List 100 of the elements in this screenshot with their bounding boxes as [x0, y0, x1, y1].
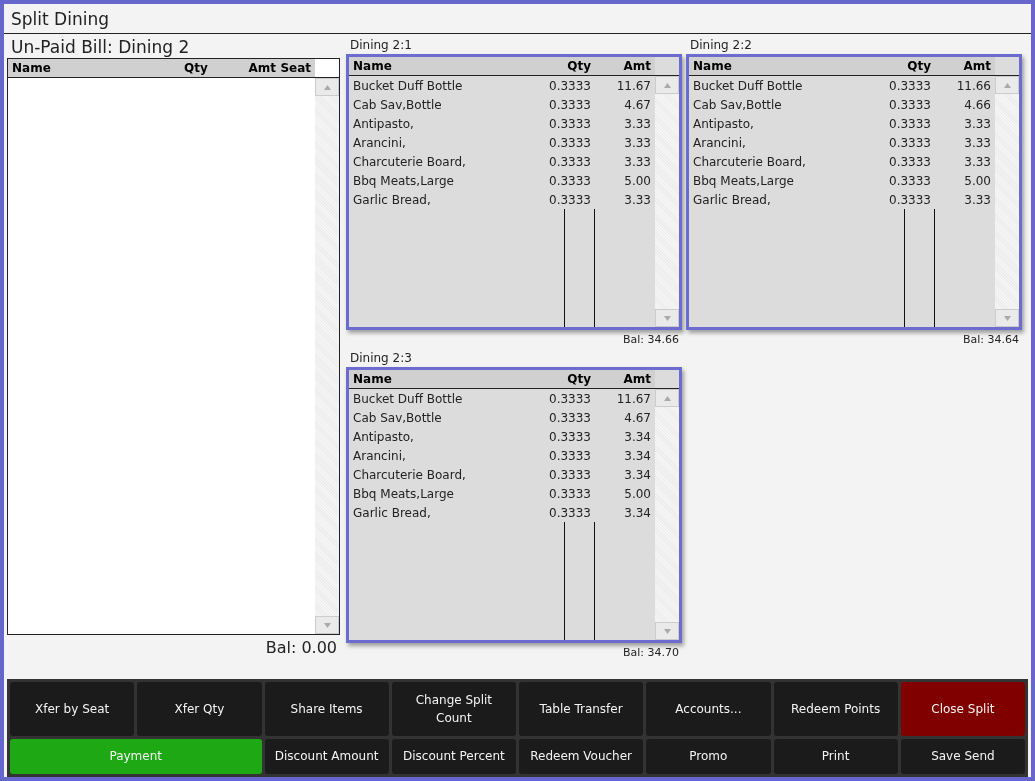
scroll-up-icon[interactable]: [663, 82, 671, 88]
item-amount: 5.00: [623, 173, 652, 188]
split-title: Dining 2:2: [689, 37, 753, 54]
column-header: Amt: [595, 370, 655, 388]
item-qty: 0.3333: [888, 78, 932, 93]
window-title: Split Dining: [4, 4, 1031, 34]
action-button[interactable]: Print: [773, 738, 898, 774]
item-amount: 5.00: [623, 486, 652, 501]
item-qty: 0.3333: [888, 135, 932, 150]
item-amount: 4.66: [963, 97, 992, 112]
bill-title: Un-Paid Bill: Dining 2: [10, 36, 191, 58]
column-header: Amt: [935, 57, 995, 75]
item-name: Arancini,: [352, 448, 407, 463]
item-amount: 3.33: [963, 135, 992, 150]
split-balance: Bal: 34.66: [621, 332, 680, 346]
item-qty: 0.3333: [548, 448, 592, 463]
column-header: Name: [8, 59, 180, 77]
action-button[interactable]: Table Transfer: [519, 682, 644, 736]
item-name: Cab Sav,Bottle: [352, 410, 443, 425]
action-button[interactable]: Redeem Voucher: [519, 738, 644, 774]
item-qty: 0.3333: [548, 391, 592, 406]
split-list[interactable]: [346, 54, 682, 330]
action-button[interactable]: Share Items: [264, 682, 389, 736]
action-button[interactable]: Close Split: [900, 682, 1025, 736]
split-balance: Bal: 34.70: [621, 645, 680, 659]
scroll-up-icon[interactable]: [663, 395, 671, 401]
item-name: Antipasto,: [352, 429, 415, 444]
bill-list[interactable]: Name Qty Amt Seat: [7, 58, 340, 635]
scroll-up-icon[interactable]: [1003, 82, 1011, 88]
item-name: Garlic Bread,: [352, 192, 432, 207]
item-name: Bbq Meats,Large: [352, 486, 455, 501]
item-qty: 0.3333: [548, 78, 592, 93]
item-amount: 3.34: [623, 467, 652, 482]
item-amount: 3.33: [623, 135, 652, 150]
action-button[interactable]: Change Split Count: [391, 682, 516, 736]
item-qty: 0.3333: [548, 116, 592, 131]
item-name: Antipasto,: [352, 116, 415, 131]
item-name: Garlic Bread,: [352, 505, 432, 520]
item-amount: 3.34: [623, 505, 652, 520]
scroll-down-icon[interactable]: [663, 315, 671, 321]
item-amount: 11.66: [955, 78, 992, 93]
item-amount: 4.67: [623, 410, 652, 425]
item-qty: 0.3333: [548, 486, 592, 501]
column-header: Qty: [180, 59, 220, 77]
item-name: Bucket Duff Bottle: [352, 391, 464, 406]
column-header: Name: [349, 57, 505, 75]
item-name: Charcuterie Board,: [692, 154, 807, 169]
item-qty: 0.3333: [888, 97, 932, 112]
scroll-down-icon[interactable]: [323, 622, 331, 628]
item-qty: 0.3333: [548, 192, 592, 207]
action-button[interactable]: Xfer by Seat: [10, 682, 135, 736]
item-amount: 4.67: [623, 97, 652, 112]
item-amount: 3.33: [963, 192, 992, 207]
item-amount: 3.33: [623, 154, 652, 169]
scroll-up-icon[interactable]: [323, 84, 331, 90]
item-name: Bbq Meats,Large: [352, 173, 455, 188]
action-button[interactable]: Xfer Qty: [137, 682, 262, 736]
column-header: Qty: [845, 57, 935, 75]
action-button[interactable]: Discount Percent: [391, 738, 516, 774]
item-qty: 0.3333: [548, 429, 592, 444]
item-amount: 11.67: [615, 391, 652, 406]
item-qty: 0.3333: [548, 467, 592, 482]
item-name: Cab Sav,Bottle: [352, 97, 443, 112]
split-title: Dining 2:3: [349, 350, 413, 367]
item-qty: 0.3333: [548, 410, 592, 425]
action-button[interactable]: Redeem Points: [773, 682, 898, 736]
item-name: Garlic Bread,: [692, 192, 772, 207]
split-balance: Bal: 34.64: [961, 332, 1020, 346]
item-qty: 0.3333: [548, 154, 592, 169]
item-amount: 3.34: [623, 429, 652, 444]
item-qty: 0.3333: [888, 116, 932, 131]
item-amount: 3.33: [963, 154, 992, 169]
item-amount: 3.33: [623, 116, 652, 131]
item-name: Bucket Duff Bottle: [692, 78, 804, 93]
action-button[interactable]: Promo: [646, 738, 771, 774]
scrollbar[interactable]: [655, 389, 679, 640]
scroll-down-icon[interactable]: [1003, 315, 1011, 321]
column-header: Name: [349, 370, 505, 388]
item-name: Bucket Duff Bottle: [352, 78, 464, 93]
column-header: Qty: [505, 57, 595, 75]
item-name: Bbq Meats,Large: [692, 173, 795, 188]
column-header: Amt: [220, 59, 280, 77]
item-name: Charcuterie Board,: [352, 467, 467, 482]
scrollbar[interactable]: [655, 76, 679, 327]
column-header: Qty: [505, 370, 595, 388]
scrollbar[interactable]: [315, 78, 339, 634]
item-amount: 3.33: [963, 116, 992, 131]
item-name: Antipasto,: [692, 116, 755, 131]
item-name: Cab Sav,Bottle: [692, 97, 783, 112]
split-list[interactable]: [686, 54, 1022, 330]
scroll-down-icon[interactable]: [663, 628, 671, 634]
column-header: Seat: [280, 59, 315, 77]
split-list[interactable]: [346, 367, 682, 643]
scrollbar[interactable]: [995, 76, 1019, 327]
action-button[interactable]: Save Send: [900, 738, 1025, 774]
action-button[interactable]: Discount Amount: [264, 738, 389, 774]
column-header: Name: [689, 57, 845, 75]
item-qty: 0.3333: [548, 505, 592, 520]
action-button[interactable]: Accounts...: [646, 682, 771, 736]
item-amount: 5.00: [963, 173, 992, 188]
